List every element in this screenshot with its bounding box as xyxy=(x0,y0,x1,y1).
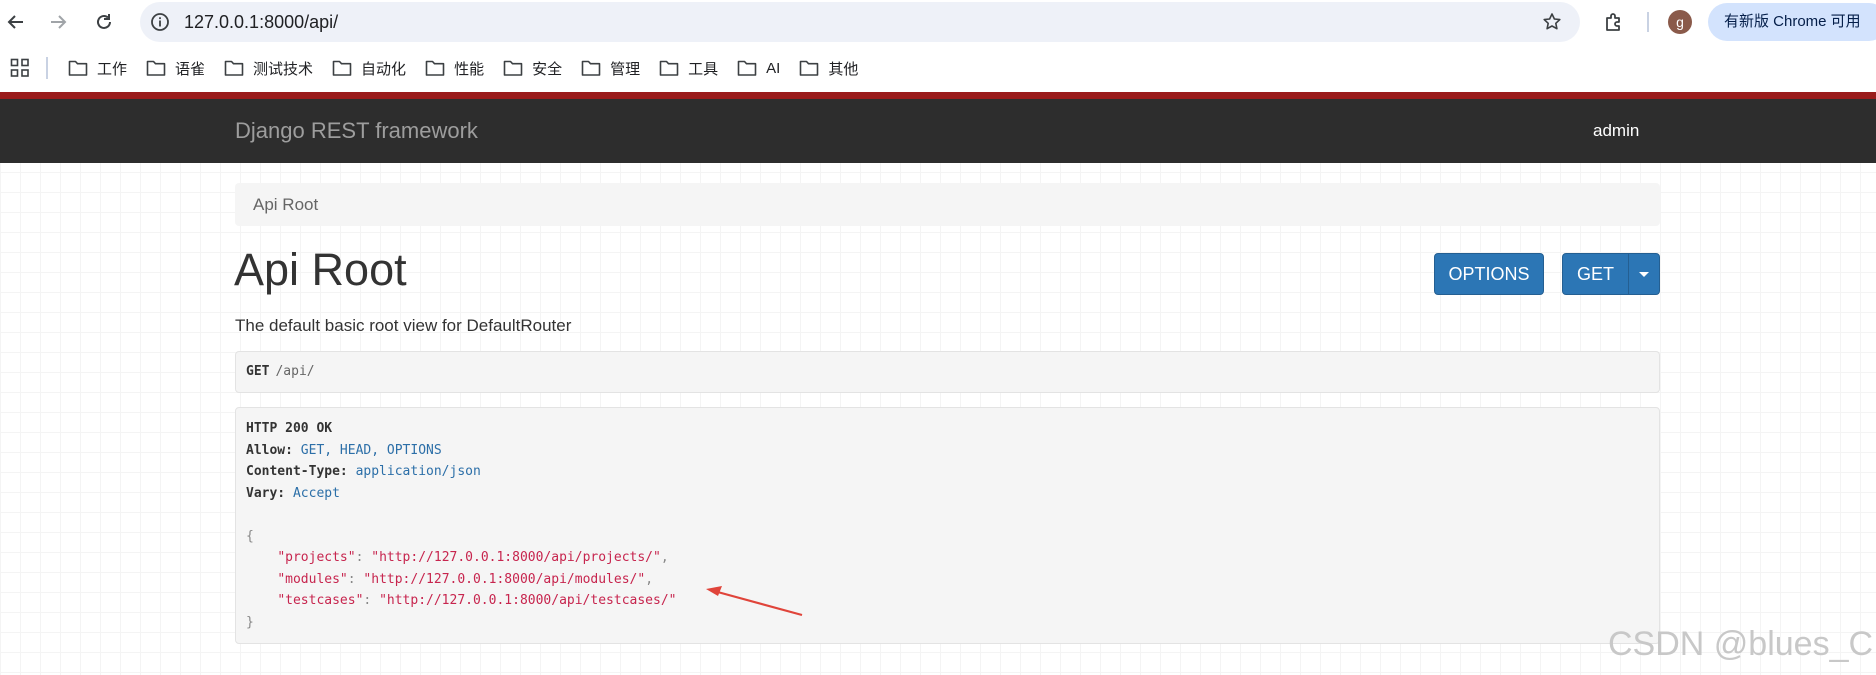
json-open-brace: { xyxy=(246,528,254,544)
drf-page: Django REST framework admin Api Root Api… xyxy=(0,92,1876,675)
bookmark-folder-label: AI xyxy=(766,59,781,77)
forward-arrow-icon[interactable] xyxy=(44,8,72,36)
profile-avatar[interactable]: g xyxy=(1668,10,1692,34)
header-key: Allow: xyxy=(246,442,293,458)
response-header: Allow: GET, HEAD, OPTIONS xyxy=(246,440,1649,462)
folder-icon xyxy=(800,60,819,76)
back-arrow-icon[interactable] xyxy=(2,8,30,36)
bookmark-folder-label: 工具 xyxy=(688,60,719,78)
json-close-brace: } xyxy=(246,614,254,630)
bookmark-folder[interactable]: 自动化 xyxy=(332,52,406,84)
breadcrumb: Api Root xyxy=(235,183,1660,226)
page-description: The default basic root view for DefaultR… xyxy=(235,316,572,335)
bookmark-folder-label: 管理 xyxy=(610,60,641,78)
header-key: Content-Type: xyxy=(246,464,348,479)
json-entry: "modules": "http://127.0.0.1:8000/api/mo… xyxy=(277,571,654,587)
bookmark-folder-label: 测试技术 xyxy=(253,60,314,78)
bookmark-folder[interactable]: AI xyxy=(737,52,780,84)
address-bar[interactable]: 127.0.0.1:8000/api/ xyxy=(140,2,1580,42)
apps-grid-icon[interactable] xyxy=(10,58,30,78)
reload-icon[interactable] xyxy=(90,8,118,36)
bookmark-star-icon[interactable] xyxy=(1538,8,1566,36)
response-header: Content-Type: application/json xyxy=(246,461,1649,483)
folder-icon xyxy=(425,60,445,76)
get-button[interactable]: GET xyxy=(1562,253,1629,295)
annotation-arrow-icon xyxy=(706,586,803,617)
bookmark-folder-label: 其他 xyxy=(828,60,859,78)
json-comma: , xyxy=(645,571,654,587)
folder-icon xyxy=(737,60,757,76)
options-button[interactable]: OPTIONS xyxy=(1434,253,1544,295)
watermark: CSDN @blues_C xyxy=(1608,625,1874,663)
json-key: "testcases" xyxy=(277,593,364,608)
bookmark-folder[interactable]: 管理 xyxy=(581,52,640,84)
url-text[interactable]: 127.0.0.1:8000/api/ xyxy=(184,2,338,42)
folder-icon xyxy=(224,60,244,76)
request-path: /api/ xyxy=(275,364,315,379)
bookmarks-bar: 工作 语雀 测试技术 自动化 性能 安全 管理 工具 AI 其他 xyxy=(0,44,1876,92)
request-method: GET xyxy=(246,364,270,379)
bookmarks-divider xyxy=(46,57,48,79)
json-url-link[interactable]: "http://127.0.0.1:8000/api/modules/" xyxy=(363,572,645,587)
header-value: GET, HEAD, OPTIONS xyxy=(300,442,442,458)
site-info-icon[interactable] xyxy=(148,10,172,34)
response-header: Vary: Accept xyxy=(246,483,1649,505)
accent-strip xyxy=(0,92,1876,99)
browser-toolbar: 127.0.0.1:8000/api/ g 有新版 Chrome 可用 xyxy=(0,0,1876,44)
bookmark-folder[interactable]: 安全 xyxy=(503,52,562,84)
breadcrumb-item-api-root: Api Root xyxy=(253,195,319,214)
page-title: Api Root xyxy=(234,244,407,295)
json-comma: , xyxy=(660,550,669,565)
bookmark-folder-label: 工作 xyxy=(97,60,128,78)
navbar: Django REST framework admin xyxy=(0,99,1876,163)
chrome-update-button[interactable]: 有新版 Chrome 可用 xyxy=(1708,3,1876,41)
toolbar-divider xyxy=(1647,12,1649,32)
folder-icon xyxy=(659,60,679,76)
bookmark-folder[interactable]: 工作 xyxy=(68,52,127,84)
json-entry: "projects": "http://127.0.0.1:8000/api/p… xyxy=(277,550,669,565)
bookmark-folder-label: 性能 xyxy=(454,60,485,78)
bookmark-folder[interactable]: 语雀 xyxy=(146,52,205,84)
caret-down-icon xyxy=(1639,271,1649,277)
json-key: "modules" xyxy=(277,571,348,587)
bookmark-folder[interactable]: 其他 xyxy=(799,52,858,84)
header-value: Accept xyxy=(292,485,340,501)
folder-icon xyxy=(146,60,166,76)
json-entry: "testcases": "http://127.0.0.1:8000/api/… xyxy=(277,593,677,608)
get-format-dropdown[interactable] xyxy=(1628,253,1660,295)
request-info: GET/api/ xyxy=(235,351,1660,393)
json-key: "projects" xyxy=(277,550,356,565)
folder-icon xyxy=(503,60,523,76)
bookmark-folder[interactable]: 测试技术 xyxy=(224,52,313,84)
user-menu[interactable]: admin xyxy=(1593,99,1639,163)
json-url-link[interactable]: "http://127.0.0.1:8000/api/testcases/" xyxy=(379,593,676,608)
header-value: application/json xyxy=(355,464,481,479)
bookmark-folder[interactable]: 工具 xyxy=(659,52,718,84)
folder-icon xyxy=(581,60,601,76)
brand-link[interactable]: Django REST framework xyxy=(235,99,478,163)
folder-icon xyxy=(332,60,352,76)
bookmark-folder-label: 安全 xyxy=(532,60,563,78)
bookmark-folder-label: 语雀 xyxy=(175,60,206,78)
response-status: HTTP 200 OK xyxy=(246,421,333,436)
extensions-puzzle-icon[interactable] xyxy=(1601,9,1627,35)
bookmark-folders: 工作 语雀 测试技术 自动化 性能 安全 管理 工具 AI 其他 xyxy=(68,44,877,92)
response-info: HTTP 200 OK Allow: GET, HEAD, OPTIONS Co… xyxy=(235,407,1660,644)
bookmark-folder[interactable]: 性能 xyxy=(425,52,484,84)
bookmark-folder-label: 自动化 xyxy=(361,60,407,78)
json-url-link[interactable]: "http://127.0.0.1:8000/api/projects/" xyxy=(371,550,661,565)
header-key: Vary: xyxy=(246,485,286,501)
folder-icon xyxy=(68,60,88,76)
